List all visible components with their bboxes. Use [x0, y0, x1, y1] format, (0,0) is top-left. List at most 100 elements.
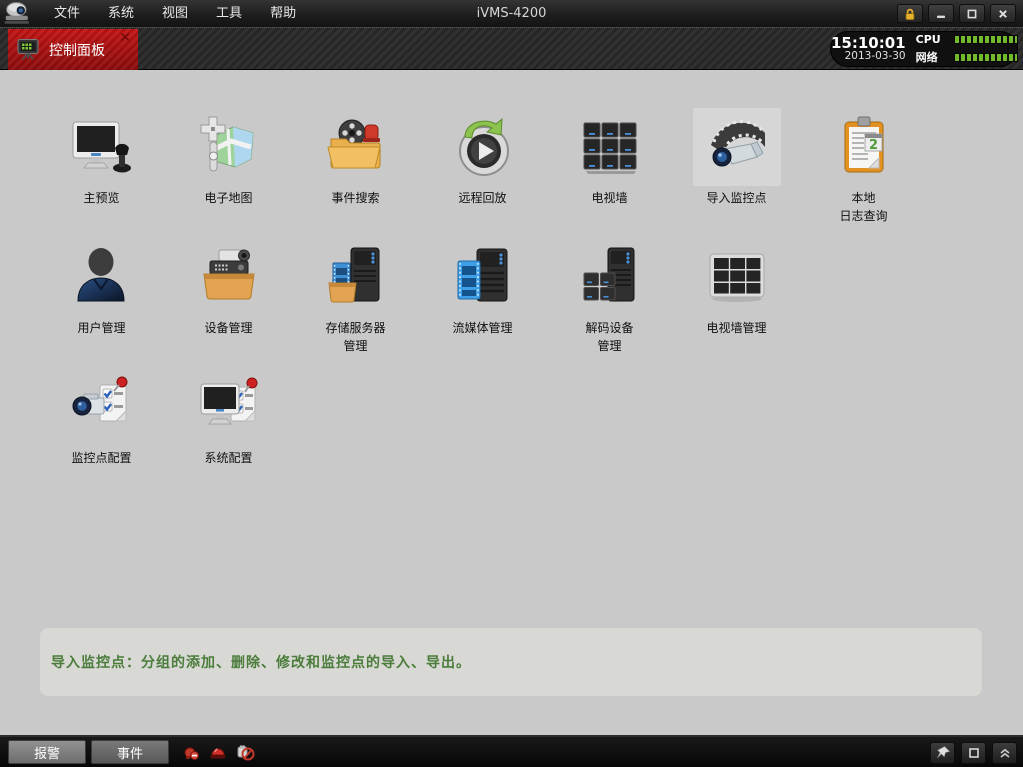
control-panel-icon	[16, 38, 40, 62]
app-user-management[interactable]: 用户管理	[38, 238, 165, 355]
minimize-button[interactable]	[928, 4, 954, 23]
app-row-1: 主预览 电子地图	[38, 108, 927, 225]
app-tv-wall-management[interactable]: 电视墙管理	[673, 238, 800, 355]
clock-time: 15:10:01	[831, 35, 906, 52]
app-main-preview[interactable]: 主预览	[38, 108, 165, 225]
app-label: 电视墙管理	[706, 319, 766, 337]
network-label: 网络	[916, 49, 946, 65]
clock-date: 2013-03-30	[831, 51, 906, 63]
user-management-icon	[70, 245, 134, 309]
title-bar: 文件 系统 视图 工具 帮助 iVMS-4200	[0, 0, 1023, 28]
menu-tools[interactable]: 工具	[202, 0, 256, 28]
app-label: 解码设备 管理	[585, 319, 633, 355]
camera-config-icon	[70, 375, 134, 439]
device-management-icon	[197, 245, 261, 309]
lock-button[interactable]	[897, 4, 923, 23]
alarm-horn-icon[interactable]	[181, 742, 201, 762]
alarm-button[interactable]: 报警	[8, 740, 86, 764]
app-event-search[interactable]: 事件搜索	[292, 108, 419, 225]
tab-close-icon[interactable]: ✕	[119, 31, 131, 45]
app-device-management[interactable]: 设备管理	[165, 238, 292, 355]
menu-bar: 文件 系统 视图 工具 帮助	[40, 0, 310, 28]
storage-server-icon	[324, 245, 388, 309]
import-camera-icon	[705, 115, 769, 179]
statusbar-right-buttons	[930, 742, 1017, 764]
pin-panel-button[interactable]	[930, 742, 955, 764]
mute-icon[interactable]	[235, 742, 255, 762]
app-decoding-device[interactable]: 解码设备 管理	[546, 238, 673, 355]
app-label: 事件搜索	[331, 189, 379, 207]
app-label: 存储服务器 管理	[325, 319, 385, 355]
app-stream-media[interactable]: 流媒体管理	[419, 238, 546, 355]
app-tv-wall[interactable]: 电视墙	[546, 108, 673, 225]
status-icons	[181, 742, 255, 762]
clock-block: 15:10:01 2013-03-30	[831, 35, 906, 63]
window-controls	[897, 4, 1016, 23]
remote-playback-icon	[451, 115, 515, 179]
app-storage-server[interactable]: 存储服务器 管理	[292, 238, 419, 355]
minimize-icon	[933, 6, 949, 22]
menu-view[interactable]: 视图	[148, 0, 202, 28]
description-panel: 导入监控点：分组的添加、删除、修改和监控点的导入、导出。	[40, 628, 982, 696]
clock-status-pill: 15:10:01 2013-03-30 CPU 网络	[830, 31, 1018, 67]
tab-label: 控制面板	[49, 40, 105, 60]
status-bar: 报警 事件	[0, 735, 1023, 767]
restore-icon	[964, 6, 980, 22]
app-row-2: 用户管理 设备管理	[38, 238, 800, 355]
system-config-icon	[197, 375, 261, 439]
app-logo	[0, 0, 38, 28]
app-label: 电视墙	[591, 189, 627, 207]
stream-media-icon	[451, 245, 515, 309]
app-label: 系统配置	[204, 449, 252, 467]
tv-wall-management-icon	[705, 245, 769, 309]
app-label: 导入监控点	[706, 189, 766, 207]
panel-restore-icon	[966, 745, 982, 761]
description-text: 导入监控点：分组的添加、删除、修改和监控点的导入、导出。	[51, 652, 471, 672]
log-badge: 2	[868, 138, 877, 153]
lock-icon	[902, 6, 918, 22]
pin-icon	[935, 745, 951, 761]
app-camera-config[interactable]: 监控点配置	[38, 368, 165, 467]
siren-icon[interactable]	[208, 742, 228, 762]
cpu-usage-row: CPU	[916, 33, 1018, 46]
event-button[interactable]: 事件	[91, 740, 169, 764]
menu-system[interactable]: 系统	[94, 0, 148, 28]
collapse-icon	[997, 745, 1013, 761]
close-button[interactable]	[990, 4, 1016, 23]
cpu-usage-bar	[954, 35, 1018, 44]
app-label: 远程回放	[458, 189, 506, 207]
tab-control-panel[interactable]: 控制面板 ✕	[8, 29, 138, 70]
app-remote-playback[interactable]: 远程回放	[419, 108, 546, 225]
tab-bar: 控制面板 ✕ 15:10:01 2013-03-30 CPU 网络	[0, 28, 1023, 70]
app-label: 电子地图	[204, 189, 252, 207]
local-log-icon: 2	[832, 115, 896, 179]
camera-logo-icon	[3, 1, 35, 26]
panel-restore-button[interactable]	[961, 742, 986, 764]
usage-block: CPU 网络	[916, 33, 1018, 65]
app-label: 设备管理	[204, 319, 252, 337]
app-import-camera[interactable]: 导入监控点	[673, 108, 800, 225]
app-label: 用户管理	[77, 319, 125, 337]
app-system-config[interactable]: 系统配置	[165, 368, 292, 467]
emap-icon	[197, 115, 261, 179]
selected-highlight	[693, 108, 781, 186]
control-panel-main: 主预览 电子地图	[0, 71, 1023, 735]
app-local-log[interactable]: 2 本地 日志查询	[800, 108, 927, 225]
event-search-icon	[324, 115, 388, 179]
menu-help[interactable]: 帮助	[256, 0, 310, 28]
app-label: 监控点配置	[71, 449, 131, 467]
app-label: 流媒体管理	[452, 319, 512, 337]
app-label: 本地 日志查询	[839, 189, 887, 225]
collapse-button[interactable]	[992, 742, 1017, 764]
cpu-label: CPU	[916, 33, 946, 46]
close-icon	[995, 6, 1011, 22]
app-label: 主预览	[83, 189, 119, 207]
network-usage-bar	[954, 53, 1018, 62]
network-usage-row: 网络	[916, 49, 1018, 65]
decoding-device-icon	[578, 245, 642, 309]
restore-button[interactable]	[959, 4, 985, 23]
app-emap[interactable]: 电子地图	[165, 108, 292, 225]
menu-file[interactable]: 文件	[40, 0, 94, 28]
tv-wall-icon	[578, 115, 642, 179]
app-row-3: 监控点配置	[38, 368, 292, 467]
